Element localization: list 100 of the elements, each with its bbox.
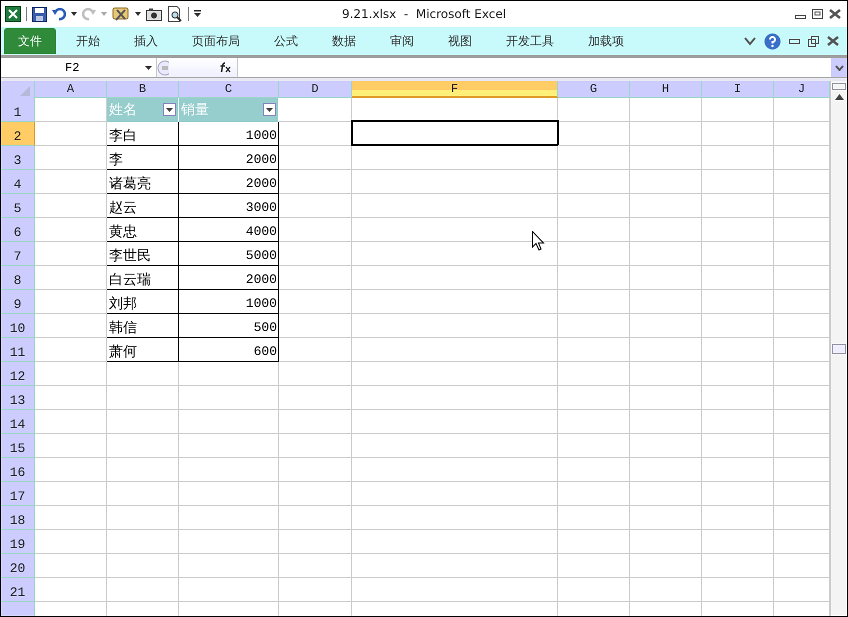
scroll-up-icon[interactable] — [834, 94, 844, 100]
grid-cell[interactable] — [630, 290, 702, 314]
tools-icon[interactable] — [112, 6, 130, 22]
grid-cell[interactable] — [35, 434, 107, 458]
grid-cell[interactable] — [107, 530, 179, 554]
redo-icon[interactable] — [82, 7, 96, 21]
row-header[interactable]: 5 — [1, 194, 35, 218]
grid-cell[interactable] — [630, 194, 702, 218]
grid-cell[interactable] — [107, 482, 179, 506]
grid-cell[interactable] — [279, 290, 352, 314]
grid-cell[interactable] — [630, 554, 702, 578]
grid-cell[interactable] — [352, 458, 558, 482]
row-header[interactable]: 20 — [1, 554, 35, 578]
grid-cell[interactable] — [352, 266, 558, 290]
grid-cell[interactable] — [279, 338, 352, 362]
spreadsheet-logo-icon[interactable] — [5, 6, 21, 22]
grid-cell[interactable] — [702, 386, 774, 410]
ribbon-tab[interactable]: 插入 — [117, 28, 175, 54]
grid-cell[interactable] — [352, 338, 558, 362]
caret-icon[interactable] — [71, 12, 77, 16]
row-header[interactable]: 6 — [1, 218, 35, 242]
grid-cell[interactable] — [558, 410, 630, 434]
grid-cell[interactable] — [352, 146, 558, 170]
grid-cell[interactable] — [630, 434, 702, 458]
ribbon-tab[interactable]: 公式 — [257, 28, 315, 54]
grid-cell[interactable] — [107, 434, 179, 458]
minimize-icon[interactable] — [789, 38, 800, 44]
row-header[interactable]: 4 — [1, 170, 35, 194]
scrollbar-thumb[interactable] — [832, 344, 846, 354]
grid-cell[interactable] — [107, 410, 179, 434]
grid-cell[interactable] — [352, 410, 558, 434]
grid-cell[interactable] — [630, 578, 702, 602]
grid-cell[interactable] — [702, 410, 774, 434]
grid-cell[interactable] — [279, 194, 352, 218]
grid-cell[interactable] — [179, 362, 279, 386]
expand-handle-icon[interactable] — [157, 60, 169, 76]
grid-cell[interactable] — [279, 314, 352, 338]
grid-cell[interactable] — [352, 194, 558, 218]
ribbon-tab[interactable]: 数据 — [315, 28, 373, 54]
grid-cell[interactable] — [35, 338, 107, 362]
select-all-icon[interactable] — [20, 86, 30, 96]
grid-cell[interactable] — [702, 194, 774, 218]
expand-formula-button[interactable] — [831, 58, 847, 77]
grid-cell[interactable] — [35, 410, 107, 434]
grid-cell[interactable] — [352, 482, 558, 506]
grid-cell[interactable] — [279, 482, 352, 506]
grid-cell[interactable] — [630, 242, 702, 266]
grid-cell[interactable] — [558, 554, 630, 578]
grid-cell[interactable] — [702, 122, 774, 146]
grid-cell[interactable] — [35, 290, 107, 314]
grid-cell[interactable] — [558, 122, 630, 146]
grid-cell[interactable] — [630, 530, 702, 554]
ribbon-tab[interactable]: 开始 — [59, 28, 117, 54]
column-header[interactable]: I — [702, 81, 774, 98]
grid-cell[interactable] — [279, 242, 352, 266]
row-header[interactable]: 11 — [1, 338, 35, 362]
grid-cell[interactable] — [35, 218, 107, 242]
grid-cell[interactable] — [630, 170, 702, 194]
grid-cell[interactable] — [630, 362, 702, 386]
grid-cell[interactable] — [558, 434, 630, 458]
row-header[interactable]: 19 — [1, 530, 35, 554]
grid-cell[interactable] — [35, 458, 107, 482]
ribbon-tab[interactable]: 文件 — [4, 28, 56, 54]
grid-cell[interactable] — [179, 506, 279, 530]
grid-cell[interactable] — [630, 386, 702, 410]
grid-cell[interactable] — [702, 362, 774, 386]
grid-cell[interactable] — [35, 266, 107, 290]
grid-cell[interactable] — [279, 410, 352, 434]
row-header[interactable]: 9 — [1, 290, 35, 314]
column-header[interactable]: J — [774, 81, 830, 98]
row-header[interactable]: 14 — [1, 410, 35, 434]
column-header[interactable]: F — [352, 81, 558, 98]
grid-cell[interactable] — [702, 338, 774, 362]
column-header[interactable]: G — [558, 81, 630, 98]
grid-cell[interactable] — [279, 458, 352, 482]
row-header[interactable]: 8 — [1, 266, 35, 290]
grid-cell[interactable] — [179, 434, 279, 458]
grid-cell[interactable] — [630, 314, 702, 338]
grid-cell[interactable] — [179, 386, 279, 410]
grid-cell[interactable] — [702, 458, 774, 482]
grid-cell[interactable] — [352, 554, 558, 578]
ribbon-tab[interactable]: 视图 — [431, 28, 489, 54]
grid-cell[interactable] — [702, 266, 774, 290]
grid-cell[interactable] — [35, 242, 107, 266]
grid-cell[interactable] — [702, 290, 774, 314]
row-header[interactable]: 21 — [1, 578, 35, 602]
grid-cell[interactable] — [352, 386, 558, 410]
grid-cell[interactable] — [279, 146, 352, 170]
grid-cell[interactable] — [35, 554, 107, 578]
restore-icon[interactable] — [812, 9, 823, 19]
grid-cell[interactable] — [179, 458, 279, 482]
row-header[interactable]: 10 — [1, 314, 35, 338]
row-header[interactable]: 2 — [1, 122, 35, 146]
row-header[interactable]: 3 — [1, 146, 35, 170]
grid-cell[interactable] — [702, 242, 774, 266]
ribbon-tab[interactable]: 开发工具 — [489, 28, 571, 54]
grid-cell[interactable] — [630, 98, 702, 122]
undo-icon[interactable] — [52, 7, 66, 21]
grid-cell[interactable] — [558, 290, 630, 314]
grid-cell[interactable] — [179, 410, 279, 434]
